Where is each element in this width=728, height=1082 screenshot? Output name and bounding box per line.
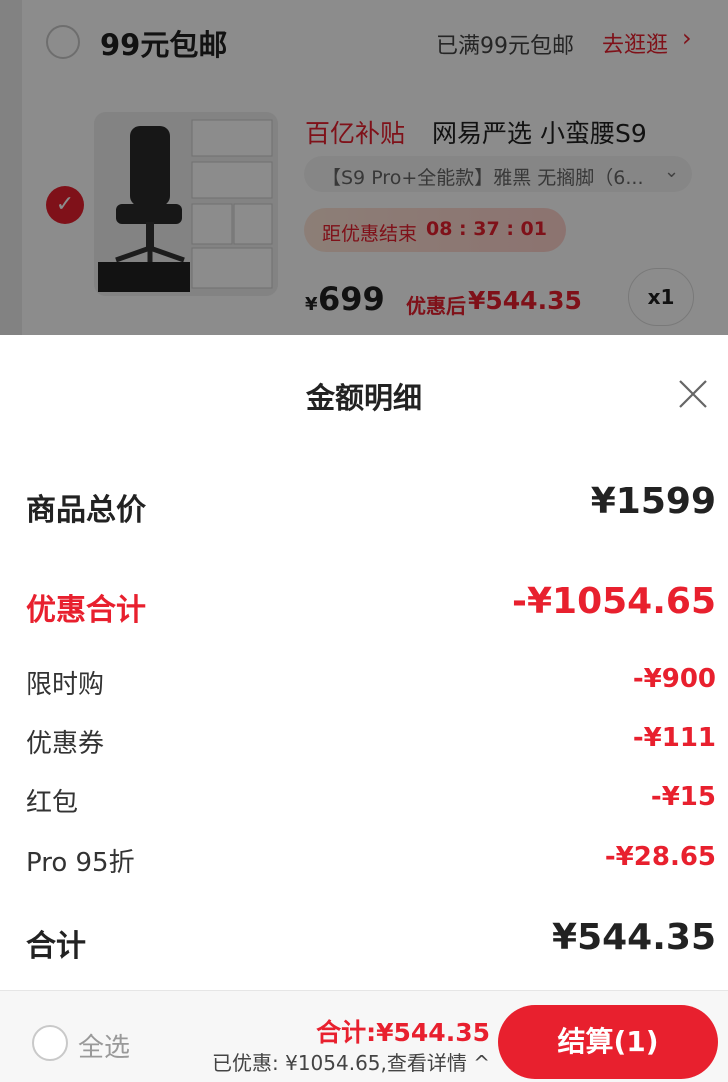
sheet-title: 金额明细 xyxy=(305,381,422,415)
amount-detail-sheet: 金额明细 商品总价 ¥1599 优惠合计 -¥1054.65 限时购 -¥900… xyxy=(0,335,728,990)
row-value: ¥1599 xyxy=(590,481,716,522)
row-value: -¥15 xyxy=(650,782,716,812)
close-icon[interactable] xyxy=(676,377,710,411)
select-all-radio[interactable] xyxy=(32,1025,68,1061)
row-label: 限时购 xyxy=(26,670,105,700)
cart-background: 99元包邮 已满99元包邮 去逛逛 › ✓ 百亿补贴 网易严选 小蛮腰S9 【S… xyxy=(0,0,728,335)
row-label: Pro 95折 xyxy=(26,848,135,878)
select-all-label[interactable]: 全选 xyxy=(78,1027,130,1064)
view-discount-details-link[interactable]: 已优惠: ¥1054.65,查看详情 ^ xyxy=(212,1047,490,1076)
modal-backdrop[interactable] xyxy=(0,0,728,335)
row-label: 合计 xyxy=(26,929,86,964)
row-label: 优惠券 xyxy=(26,729,105,759)
row-value: -¥111 xyxy=(632,723,716,753)
row-value: -¥900 xyxy=(632,664,716,694)
checkout-bar: 全选 合计:¥544.35 已优惠: ¥1054.65,查看详情 ^ 结算(1) xyxy=(0,990,728,1082)
total-amount: 合计:¥544.35 xyxy=(316,1018,490,1047)
checkout-button[interactable]: 结算(1) xyxy=(498,1005,718,1079)
row-label: 优惠合计 xyxy=(26,593,146,628)
row-label: 商品总价 xyxy=(26,493,146,528)
row-value: -¥28.65 xyxy=(604,842,716,872)
row-label: 红包 xyxy=(26,788,79,818)
row-value: ¥544.35 xyxy=(552,917,716,958)
row-value: -¥1054.65 xyxy=(512,581,716,622)
